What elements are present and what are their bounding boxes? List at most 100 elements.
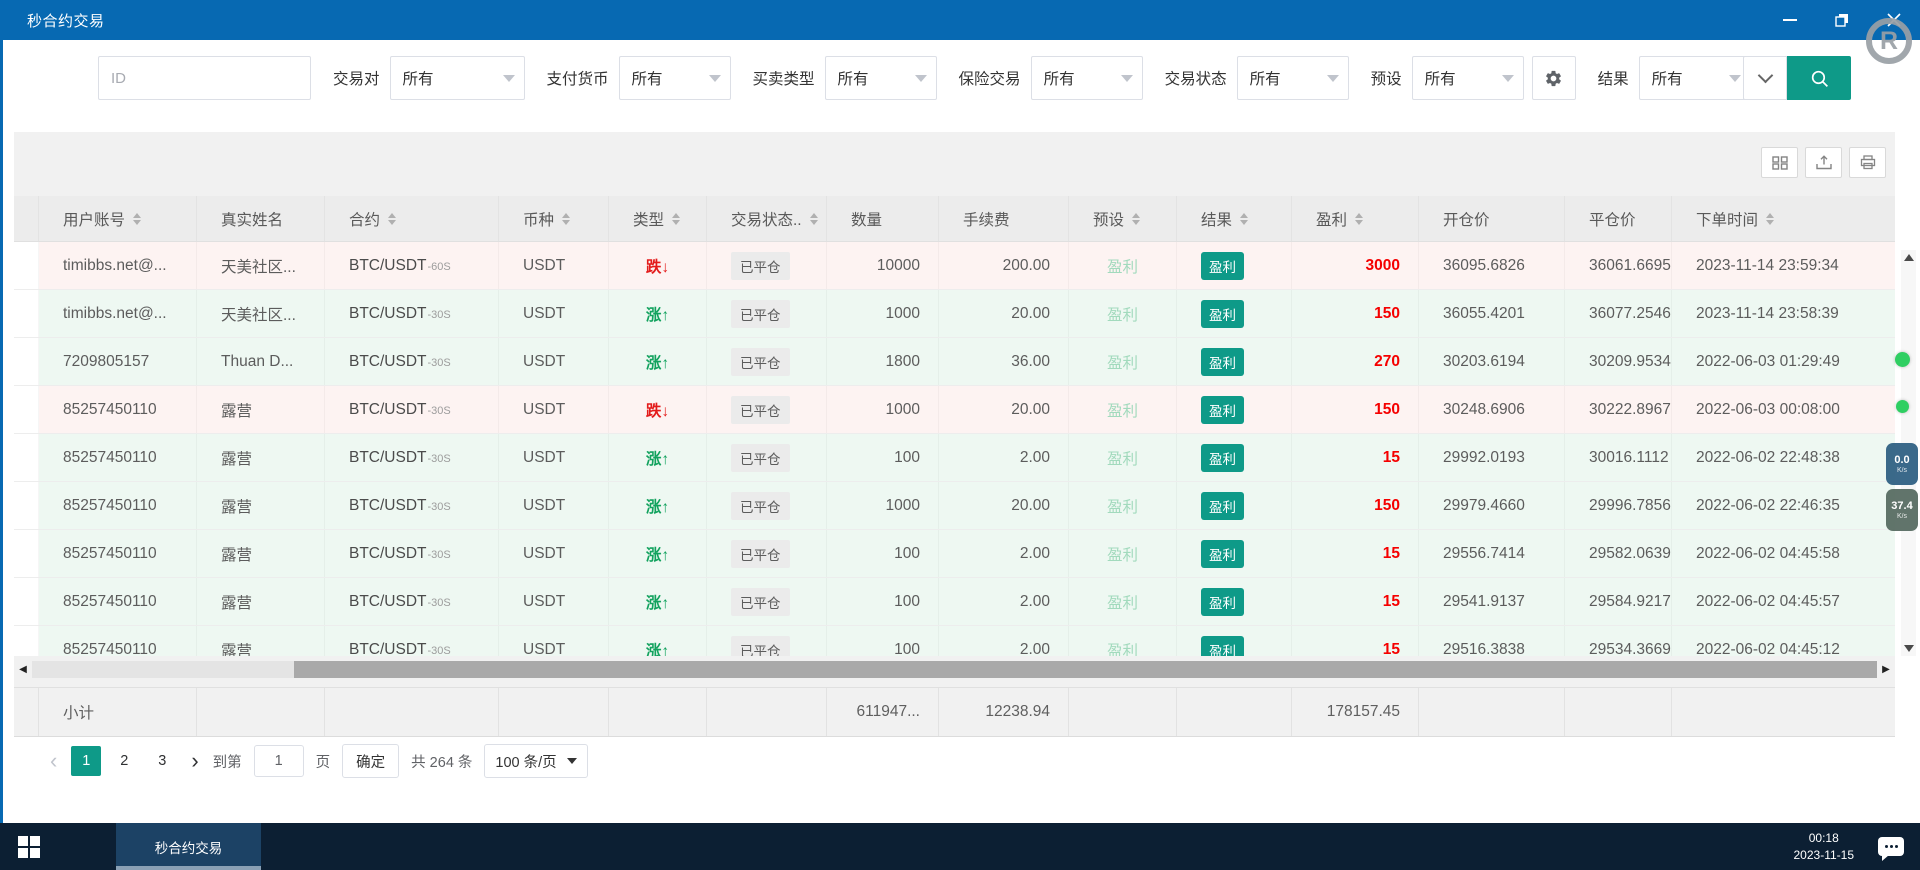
search-group xyxy=(1743,56,1851,100)
summary-cell-profit: 178157.45 xyxy=(1292,688,1419,736)
page-button-3[interactable]: 3 xyxy=(147,746,177,776)
table-row[interactable]: 85257450110露营BTC/USDT-30SUSDT涨↑已平仓1002.0… xyxy=(14,578,1895,626)
sort-icon[interactable] xyxy=(1132,213,1140,225)
prev-page-button[interactable]: ‹ xyxy=(48,750,59,772)
col-header-profit[interactable]: 盈利 xyxy=(1292,196,1419,241)
scrollbar-thumb[interactable] xyxy=(294,661,1877,678)
cell-amount: 1800 xyxy=(827,338,939,385)
profit-value: 3000 xyxy=(1366,257,1400,275)
scroll-down-icon[interactable] xyxy=(1904,645,1914,652)
cell-sel xyxy=(14,242,39,289)
table-row[interactable]: 85257450110露营BTC/USDT-30SUSDT涨↑已平仓1002.0… xyxy=(14,530,1895,578)
sort-icon[interactable] xyxy=(388,213,396,225)
cell-currency: USDT xyxy=(499,434,609,481)
restore-button[interactable] xyxy=(1816,0,1868,40)
col-header-currency[interactable]: 币种 xyxy=(499,196,609,241)
scrollbar-track[interactable] xyxy=(32,661,1877,678)
table-row[interactable]: 7209805157Thuan D...BTC/USDT-30SUSDT涨↑已平… xyxy=(14,338,1895,386)
table-row[interactable]: 85257450110露营BTC/USDT-30SUSDT跌↓已平仓100020… xyxy=(14,386,1895,434)
summary-row: 小计611947...12238.94178157.45 xyxy=(14,687,1895,737)
taskbar-app-button[interactable]: 秒合约交易 xyxy=(116,823,261,870)
col-header-result[interactable]: 结果 xyxy=(1177,196,1292,241)
page-button-2[interactable]: 2 xyxy=(109,746,139,776)
sort-icon[interactable] xyxy=(810,213,818,225)
col-header-label: 合约 xyxy=(349,208,380,230)
cell-status: 已平仓 xyxy=(707,482,827,529)
sort-icon[interactable] xyxy=(1240,213,1248,225)
scroll-left-icon[interactable]: ◀ xyxy=(14,664,32,675)
cell-result: 盈利 xyxy=(1177,290,1292,337)
cell-amount: 1000 xyxy=(827,290,939,337)
filter-select-preset[interactable]: 所有 xyxy=(1412,56,1524,100)
col-header-account[interactable]: 用户账号 xyxy=(39,196,197,241)
export-button[interactable] xyxy=(1805,147,1842,178)
filter-select-insurance[interactable]: 所有 xyxy=(1031,56,1143,100)
cell-currency: USDT xyxy=(499,578,609,625)
chat-bubble-icon[interactable] xyxy=(1878,837,1904,856)
taskbar-clock[interactable]: 00:18 2023-11-15 xyxy=(1794,830,1855,862)
contract-pair: BTC/USDT xyxy=(349,305,427,323)
filter-group-pair: 交易对所有 xyxy=(333,56,525,100)
search-button[interactable] xyxy=(1787,56,1851,100)
cell-preset: 盈利 xyxy=(1069,434,1177,481)
filter-group-insurance: 保险交易所有 xyxy=(959,56,1143,100)
chevron-down-icon xyxy=(567,758,577,764)
col-header-label: 平仓价 xyxy=(1589,208,1636,230)
filter-select-trade-status[interactable]: 所有 xyxy=(1237,56,1349,100)
summary-cell-time xyxy=(1672,688,1895,736)
sort-icon[interactable] xyxy=(672,213,680,225)
goto-page-input[interactable] xyxy=(254,745,304,777)
cell-result: 盈利 xyxy=(1177,578,1292,625)
col-header-status[interactable]: 交易状态.. xyxy=(707,196,827,241)
sort-icon[interactable] xyxy=(562,213,570,225)
print-button[interactable] xyxy=(1849,147,1886,178)
summary-cell-result xyxy=(1177,688,1292,736)
cell-contract: BTC/USDT-30S xyxy=(325,338,499,385)
col-header-contract[interactable]: 合约 xyxy=(325,196,499,241)
windows-logo-icon xyxy=(18,836,40,858)
filter-select-pay-currency[interactable]: 所有 xyxy=(619,56,731,100)
id-search-input[interactable] xyxy=(98,56,311,100)
cell-contract: BTC/USDT-60S xyxy=(325,242,499,289)
page-size-select[interactable]: 100 条/页 xyxy=(484,744,587,778)
confirm-button[interactable]: 确定 xyxy=(342,744,399,778)
scroll-up-icon[interactable] xyxy=(1904,254,1914,261)
horizontal-scrollbar[interactable]: ◀ ▶ xyxy=(14,661,1895,678)
filter-select-pair[interactable]: 所有 xyxy=(390,56,525,100)
contract-pair: BTC/USDT xyxy=(349,593,427,611)
table-row[interactable]: timibbs.net@...天美社区...BTC/USDT-30SUSDT涨↑… xyxy=(14,290,1895,338)
cell-account: 85257450110 xyxy=(39,386,197,433)
table-row[interactable]: 85257450110露营BTC/USDT-30SUSDT涨↑已平仓1002.0… xyxy=(14,434,1895,482)
column-settings-button[interactable] xyxy=(1761,147,1798,178)
start-button[interactable] xyxy=(0,823,58,870)
page-button-1[interactable]: 1 xyxy=(71,746,101,776)
table-body: timibbs.net@...天美社区...BTC/USDT-60SUSDT跌↓… xyxy=(14,242,1895,656)
next-page-button[interactable]: › xyxy=(189,750,200,772)
table-row[interactable]: 85257450110露营BTC/USDT-30SUSDT涨↑已平仓1002.0… xyxy=(14,626,1895,656)
sort-icon[interactable] xyxy=(133,213,141,225)
col-header-label: 币种 xyxy=(523,208,554,230)
cell-profit: 15 xyxy=(1292,434,1419,481)
col-header-time[interactable]: 下单时间 xyxy=(1672,196,1895,241)
preset-settings-button[interactable] xyxy=(1532,56,1576,100)
sort-icon[interactable] xyxy=(1766,213,1774,225)
cell-name: 露营 xyxy=(197,482,325,529)
result-badge: 盈利 xyxy=(1201,492,1244,520)
minimize-button[interactable] xyxy=(1764,0,1816,40)
expand-filters-button[interactable] xyxy=(1743,56,1787,100)
gear-icon xyxy=(1544,69,1563,88)
result-badge: 盈利 xyxy=(1201,444,1244,472)
filter-select-value: 所有 xyxy=(1425,67,1456,89)
cell-close: 29582.0639 xyxy=(1565,530,1672,577)
filter-select-trade-type[interactable]: 所有 xyxy=(825,56,937,100)
col-header-type[interactable]: 类型 xyxy=(609,196,707,241)
table-row[interactable]: 85257450110露营BTC/USDT-30SUSDT涨↑已平仓100020… xyxy=(14,482,1895,530)
col-header-preset[interactable]: 预设 xyxy=(1069,196,1177,241)
sort-icon[interactable] xyxy=(1355,213,1363,225)
table-row[interactable]: timibbs.net@...天美社区...BTC/USDT-60SUSDT跌↓… xyxy=(14,242,1895,290)
cell-type: 跌↓ xyxy=(609,386,707,433)
status-badge: 已平仓 xyxy=(731,300,790,328)
type-down-indicator: 跌↓ xyxy=(646,255,669,277)
filter-select-result[interactable]: 所有 xyxy=(1639,56,1751,100)
scroll-right-icon[interactable]: ▶ xyxy=(1877,664,1895,675)
